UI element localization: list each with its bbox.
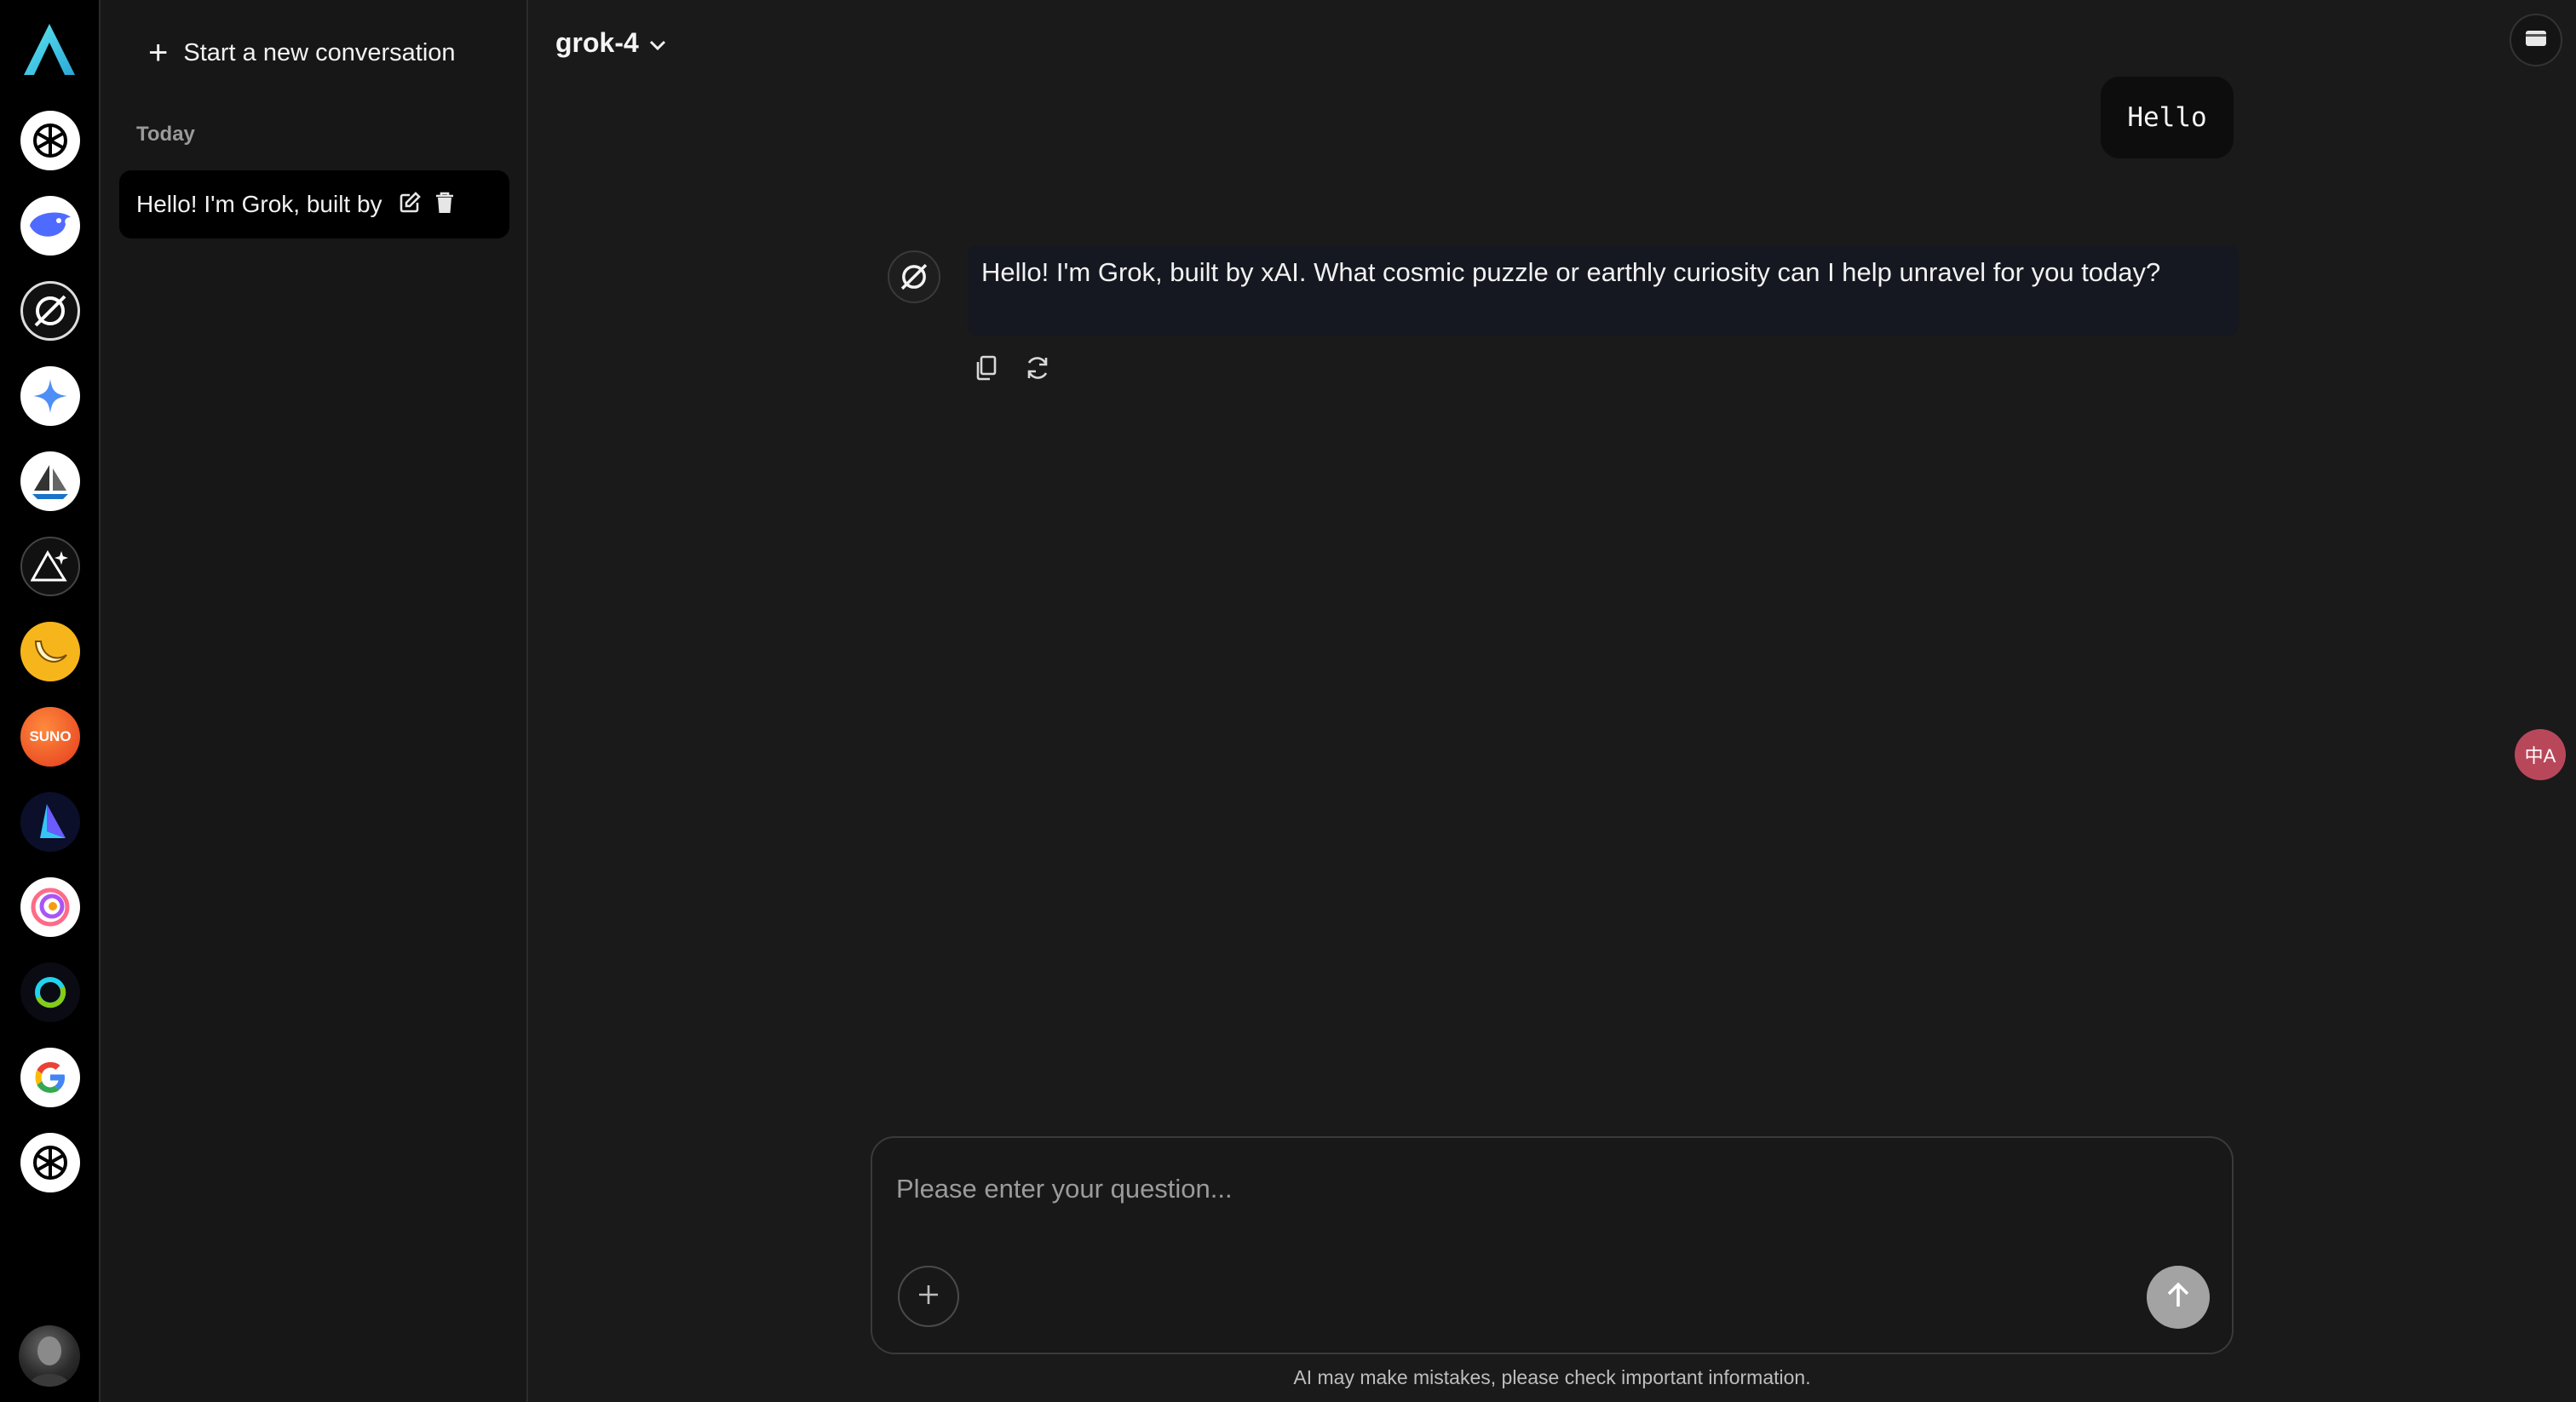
copy-icon (974, 354, 999, 386)
openai-icon[interactable] (20, 111, 80, 170)
sparkle-icon[interactable] (20, 366, 80, 426)
user-avatar[interactable] (19, 1325, 80, 1387)
model-selector[interactable]: grok-4 (555, 22, 668, 63)
attach-button[interactable] (898, 1266, 959, 1327)
section-today-label: Today (136, 123, 195, 146)
user-message: Hello (2101, 77, 2234, 158)
banana-icon[interactable] (20, 622, 80, 681)
conversation-sidebar: + Start a new conversation Today Hello! … (101, 0, 528, 1402)
question-input[interactable] (894, 1165, 2159, 1213)
delete-icon[interactable] (434, 191, 456, 219)
suno-icon[interactable]: SUNO (20, 707, 80, 767)
whale-icon[interactable] (20, 196, 80, 256)
wallet-icon (2524, 28, 2548, 53)
arrow-up-icon (2165, 1281, 2192, 1314)
plus-icon (916, 1282, 941, 1312)
new-conversation-label: Start a new conversation (183, 38, 456, 66)
google-icon[interactable] (20, 1048, 80, 1107)
translate-icon: 中A (2524, 745, 2556, 767)
assistant-message: Hello! I'm Grok, built by xAI. What cosm… (968, 245, 2239, 336)
model-name: grok-4 (555, 26, 639, 58)
composer (871, 1136, 2234, 1354)
translate-button[interactable]: 中A (2515, 729, 2566, 780)
regenerate-button[interactable] (1019, 351, 1056, 388)
conversation-title: Hello! I'm Grok, built by (136, 191, 382, 217)
suno-label: SUNO (29, 728, 72, 744)
app-rail: SUNO (0, 0, 101, 1402)
copy-button[interactable] (968, 351, 1005, 388)
new-conversation-button[interactable]: + Start a new conversation (148, 32, 456, 73)
kling-icon[interactable] (20, 792, 80, 852)
sailboat-icon[interactable] (20, 451, 80, 511)
spiral-icon[interactable] (20, 877, 80, 937)
chevron-down-icon (647, 27, 668, 59)
openai-icon[interactable] (20, 1133, 80, 1192)
edit-icon[interactable] (398, 191, 422, 219)
chat-main: grok-4 Hello Hello! I'm Grok, built by x… (528, 0, 2576, 1402)
triangle-sparkle-icon[interactable] (20, 537, 80, 596)
send-button[interactable] (2147, 1266, 2210, 1329)
grok-avatar-icon (888, 250, 940, 303)
grok-icon[interactable] (20, 281, 80, 341)
conversation-item[interactable]: Hello! I'm Grok, built by (119, 170, 509, 238)
wallet-button[interactable] (2510, 14, 2562, 66)
refresh-icon (1024, 354, 1051, 386)
plus-icon: + (148, 34, 169, 72)
ring-icon[interactable] (20, 962, 80, 1022)
disclaimer-text: AI may make mistakes, please check impor… (1293, 1366, 1811, 1388)
logo-icon[interactable] (19, 20, 80, 78)
